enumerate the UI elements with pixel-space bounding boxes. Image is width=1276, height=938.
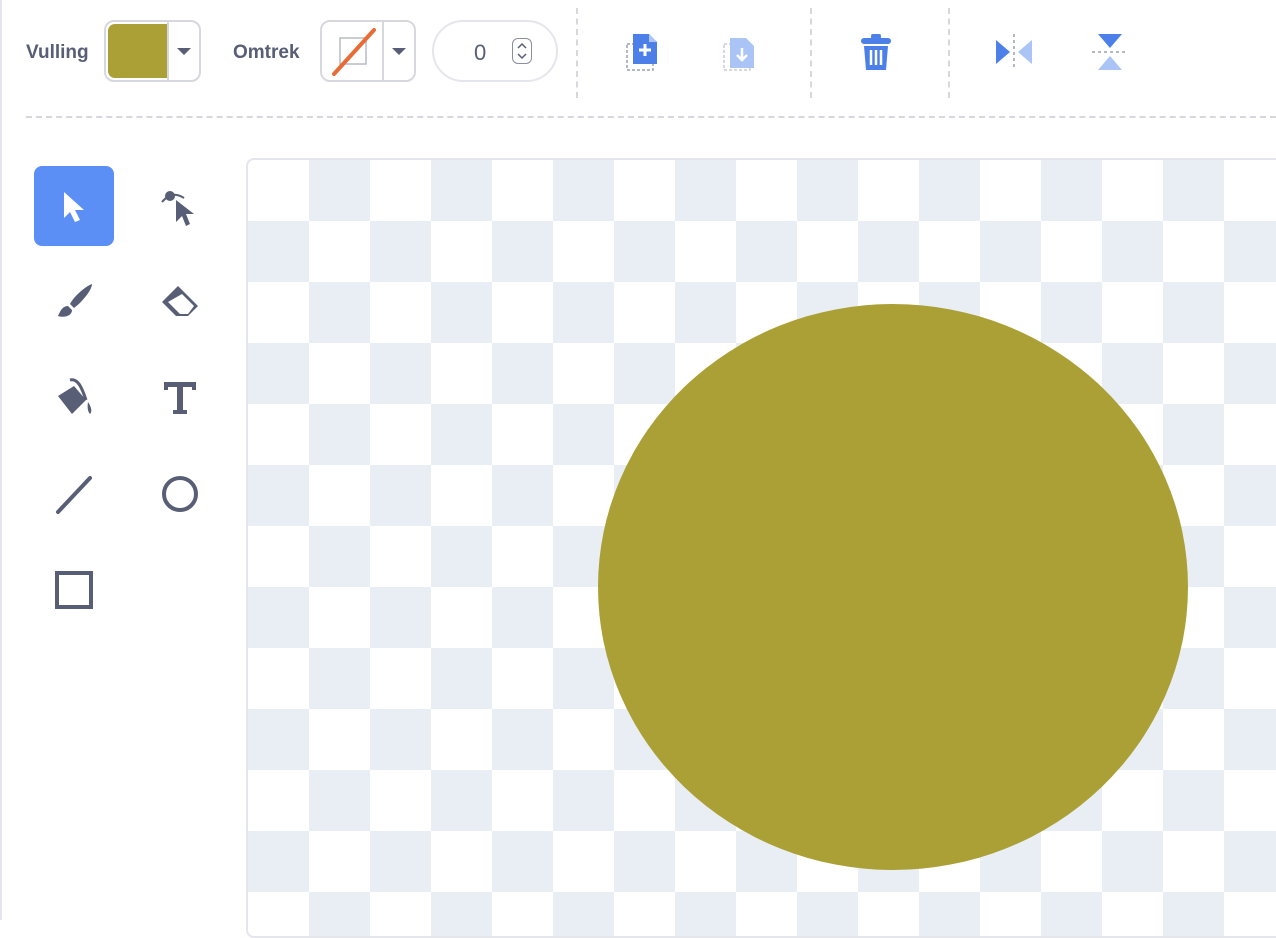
brush-icon	[58, 284, 92, 317]
flip-horizontal-button[interactable]	[990, 28, 1038, 76]
fill-color-swatch[interactable]	[108, 24, 168, 78]
tool-fill[interactable]	[34, 358, 114, 438]
tool-reshape[interactable]	[140, 166, 220, 246]
paste-icon	[723, 38, 754, 71]
paste-button[interactable]	[716, 28, 764, 76]
copy-icon	[626, 34, 657, 71]
flip-vertical-icon	[1092, 34, 1128, 70]
outline-color-swatch[interactable]	[324, 24, 384, 78]
tool-text[interactable]	[140, 358, 220, 438]
select-arrow-icon	[64, 192, 84, 222]
canvas-ellipse-shape[interactable]	[598, 304, 1188, 870]
toolbar-bottom-divider	[26, 116, 1276, 118]
outline-dropdown[interactable]	[382, 22, 414, 80]
chevron-down-icon	[177, 47, 191, 55]
copy-button[interactable]	[619, 28, 667, 76]
tool-eraser[interactable]	[140, 262, 220, 342]
fill-label: Vulling	[26, 42, 89, 63]
toolbar-divider	[576, 8, 578, 98]
fill-bucket-icon	[58, 378, 92, 414]
text-icon	[164, 382, 196, 414]
circle-icon	[162, 476, 198, 512]
tool-select[interactable]	[34, 166, 114, 246]
flip-horizontal-icon	[996, 34, 1032, 70]
outline-color-picker[interactable]	[320, 20, 416, 82]
tool-circle[interactable]	[140, 454, 220, 534]
reshape-icon	[161, 191, 194, 226]
rectangle-icon	[55, 571, 93, 609]
tool-line[interactable]	[34, 454, 114, 534]
no-color-icon	[332, 28, 376, 76]
toolbar-divider	[810, 8, 812, 98]
line-icon	[56, 476, 92, 514]
stepper-arrows-icon[interactable]	[512, 38, 532, 64]
outline-label: Omtrek	[233, 42, 300, 63]
outline-width-stepper[interactable]: 0	[432, 20, 558, 82]
fill-color-picker[interactable]	[104, 20, 201, 82]
paint-canvas[interactable]	[246, 158, 1276, 938]
flip-vertical-button[interactable]	[1086, 28, 1134, 76]
chevron-down-icon	[392, 47, 406, 55]
tool-rectangle[interactable]	[34, 550, 114, 630]
outline-width-value[interactable]: 0	[474, 40, 486, 66]
tool-brush[interactable]	[34, 262, 114, 342]
fill-dropdown[interactable]	[167, 22, 199, 80]
window-edge	[0, 0, 2, 920]
delete-button[interactable]	[852, 28, 900, 76]
eraser-icon	[162, 286, 198, 316]
toolbar-divider	[948, 8, 950, 98]
delete-icon	[861, 34, 891, 70]
paint-toolbar: Vulling Omtrek 0	[0, 0, 1276, 110]
